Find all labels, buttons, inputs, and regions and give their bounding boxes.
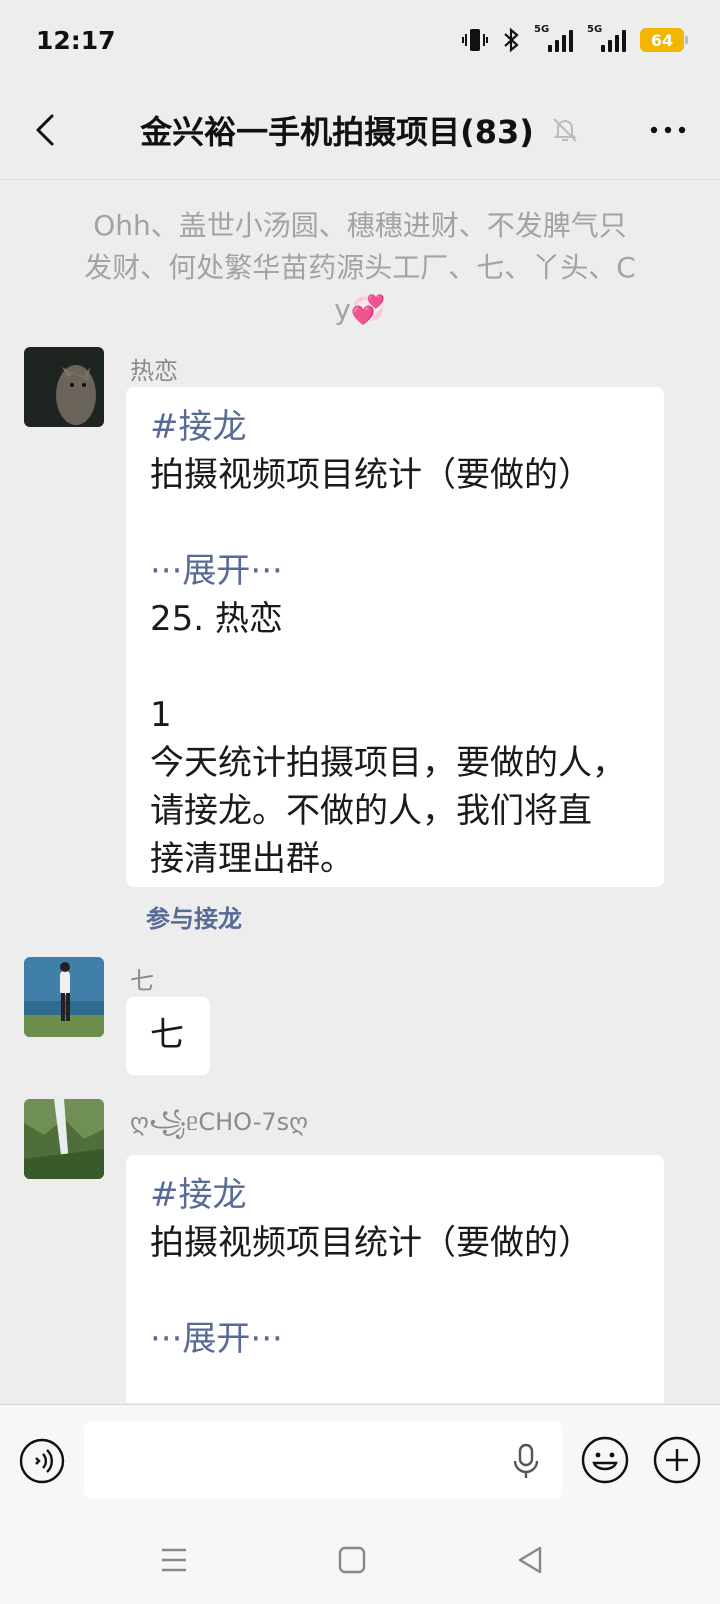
voice-icon[interactable]: [18, 1437, 66, 1485]
expand-link[interactable]: ···展开···: [150, 547, 640, 595]
battery-icon: 64: [640, 28, 688, 52]
avatar[interactable]: [24, 347, 104, 427]
title-wrap: 金兴裕一手机拍摄项目(83): [140, 107, 580, 153]
network-type-label: 5G: [534, 24, 550, 35]
status-time: 12:17: [36, 25, 116, 55]
status-icons: 5G 5G 64: [462, 24, 688, 53]
back-arrow-icon[interactable]: [26, 110, 66, 150]
status-bar: 12:17 5G 5G 64: [0, 0, 720, 80]
plus-icon[interactable]: [652, 1435, 702, 1485]
more-dots-icon[interactable]: [646, 110, 690, 150]
message-line: 25. 热恋: [150, 599, 283, 639]
message-line: [150, 499, 640, 547]
menu-icon[interactable]: [158, 1544, 190, 1576]
message-line: [150, 643, 640, 691]
emoji-icon[interactable]: [580, 1435, 630, 1485]
home-icon[interactable]: [336, 1544, 368, 1576]
message-line: 请接龙。不做的人，我们将直: [150, 791, 592, 831]
avatar[interactable]: [24, 1099, 104, 1179]
mute-bell-icon: [553, 117, 577, 142]
avatar[interactable]: [24, 957, 104, 1037]
chat-area[interactable]: Ohh、盖世小汤圆、穗穗进财、不发脾气只发财、何处繁华苗药源头工厂、七、丫头、C…: [0, 181, 720, 1403]
back-icon[interactable]: [514, 1544, 546, 1576]
message-bubble[interactable]: #接龙 拍摄视频项目统计（要做的） ···展开··· 25. 热恋 1 今天统计…: [126, 387, 664, 887]
message-line: #接龙: [150, 1175, 247, 1215]
message-line: 七: [150, 1015, 184, 1055]
join-chain-link[interactable]: 参与接龙: [146, 899, 242, 934]
message-line: 拍摄视频项目统计（要做的）: [150, 455, 592, 495]
chat-header: 金兴裕一手机拍摄项目(83): [0, 80, 720, 180]
message-line: #接龙: [150, 407, 247, 447]
message-line: 拍摄视频项目统计（要做的）: [150, 1223, 592, 1263]
message-input[interactable]: [84, 1421, 562, 1499]
message-line: [150, 1267, 640, 1315]
sender-name: 七: [130, 967, 154, 995]
battery-level: 64: [650, 30, 674, 50]
signal-icon: 5G: [534, 24, 573, 52]
sender-name: 热恋: [130, 357, 178, 385]
system-nav-bar: [0, 1514, 720, 1604]
message-bubble[interactable]: #接龙 拍摄视频项目统计（要做的） ···展开···: [126, 1155, 664, 1403]
message-bubble[interactable]: 七: [126, 997, 210, 1075]
input-bar: [0, 1404, 720, 1514]
message-line: 接清理出群。: [150, 839, 354, 879]
network-type-label: 5G: [587, 24, 603, 35]
chat-title[interactable]: 金兴裕一手机拍摄项目(83): [140, 107, 534, 153]
signal-icon: 5G: [587, 24, 626, 52]
mic-icon[interactable]: [510, 1441, 542, 1481]
system-message: Ohh、盖世小汤圆、穗穗进财、不发脾气只发财、何处繁华苗药源头工厂、七、丫头、C…: [84, 209, 636, 326]
message-line: 今天统计拍摄项目，要做的人，: [150, 743, 626, 783]
vibrate-icon: [462, 29, 488, 51]
message-line: 1: [150, 695, 172, 735]
bluetooth-icon: [504, 27, 519, 53]
sender-name: ღ꧁ᥱCHO-7sღ: [130, 1108, 308, 1136]
expand-link[interactable]: ···展开···: [150, 1315, 640, 1363]
